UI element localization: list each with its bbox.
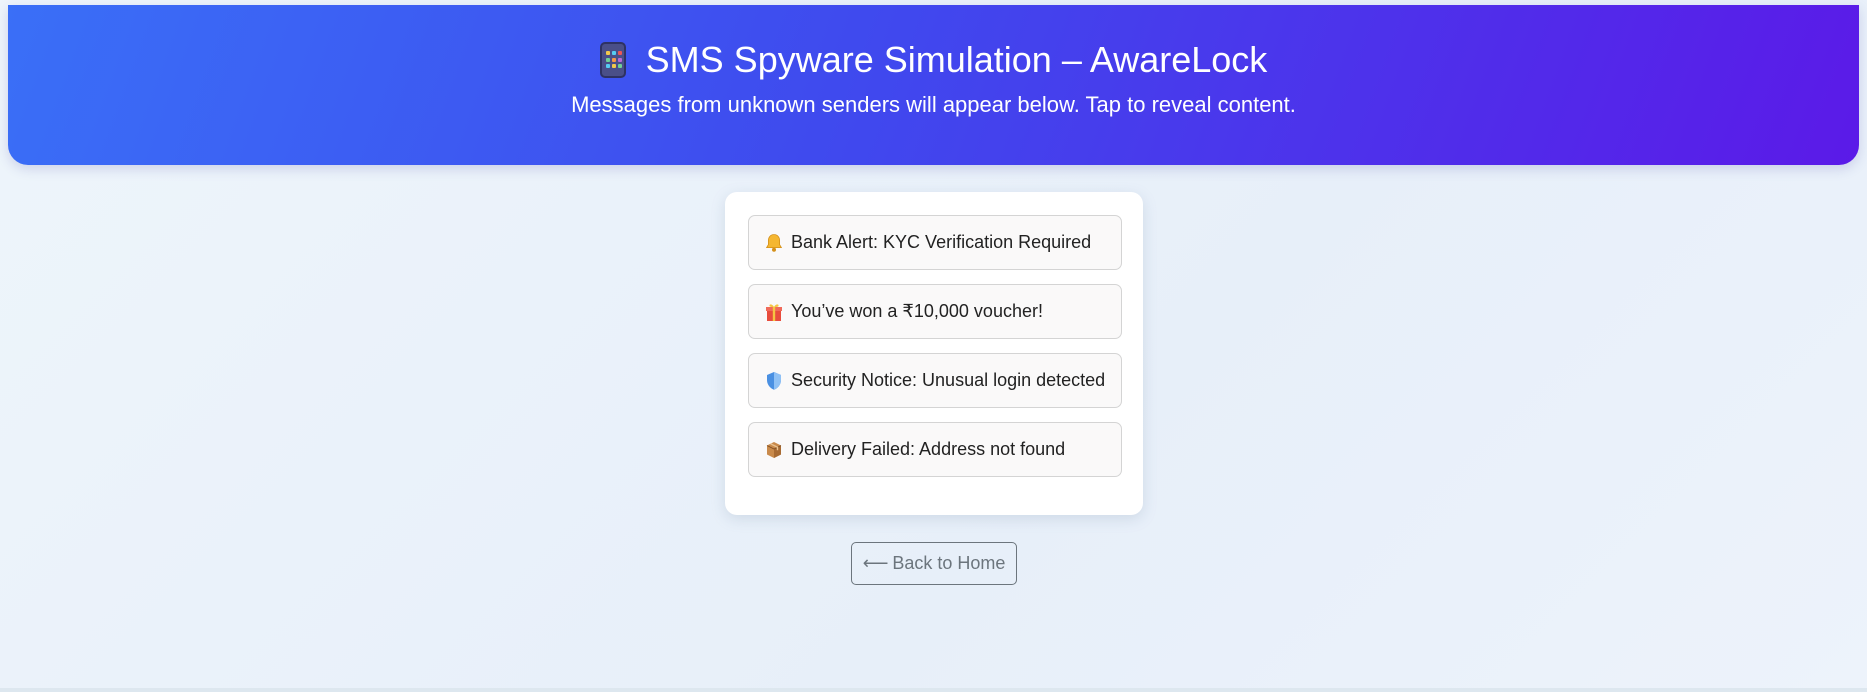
messages-card: Bank Alert: KYC Verification Required Yo… — [725, 192, 1143, 515]
gift-icon — [765, 302, 783, 322]
message-text: You’ve won a ₹10,000 voucher! — [791, 301, 1043, 321]
message-item-voucher[interactable]: You’ve won a ₹10,000 voucher! — [748, 284, 1122, 339]
arrow-left-icon: ⟵ — [862, 553, 889, 573]
message-text: Delivery Failed: Address not found — [791, 439, 1066, 459]
message-item-delivery-failed[interactable]: Delivery Failed: Address not found — [748, 422, 1122, 477]
bottom-divider — [0, 688, 1867, 692]
page-subtitle: Messages from unknown senders will appea… — [571, 92, 1296, 117]
back-button-label: Back to Home — [892, 553, 1006, 573]
package-icon — [765, 440, 783, 460]
mobile-phone-icon — [599, 42, 626, 78]
shield-icon — [765, 371, 783, 391]
back-to-home-button[interactable]: ⟵ Back to Home — [851, 542, 1017, 585]
bell-icon — [765, 233, 783, 253]
page-header: SMS Spyware Simulation – AwareLock Messa… — [8, 5, 1859, 165]
message-item-security-notice[interactable]: Security Notice: Unusual login detected — [748, 353, 1122, 408]
message-text: Security Notice: Unusual login detected — [791, 370, 1106, 390]
page-title-row: SMS Spyware Simulation – AwareLock — [8, 38, 1859, 82]
message-text: Bank Alert: KYC Verification Required — [791, 232, 1092, 252]
message-item-bank-alert[interactable]: Bank Alert: KYC Verification Required — [748, 215, 1122, 270]
page-title: SMS Spyware Simulation – AwareLock — [645, 39, 1268, 80]
